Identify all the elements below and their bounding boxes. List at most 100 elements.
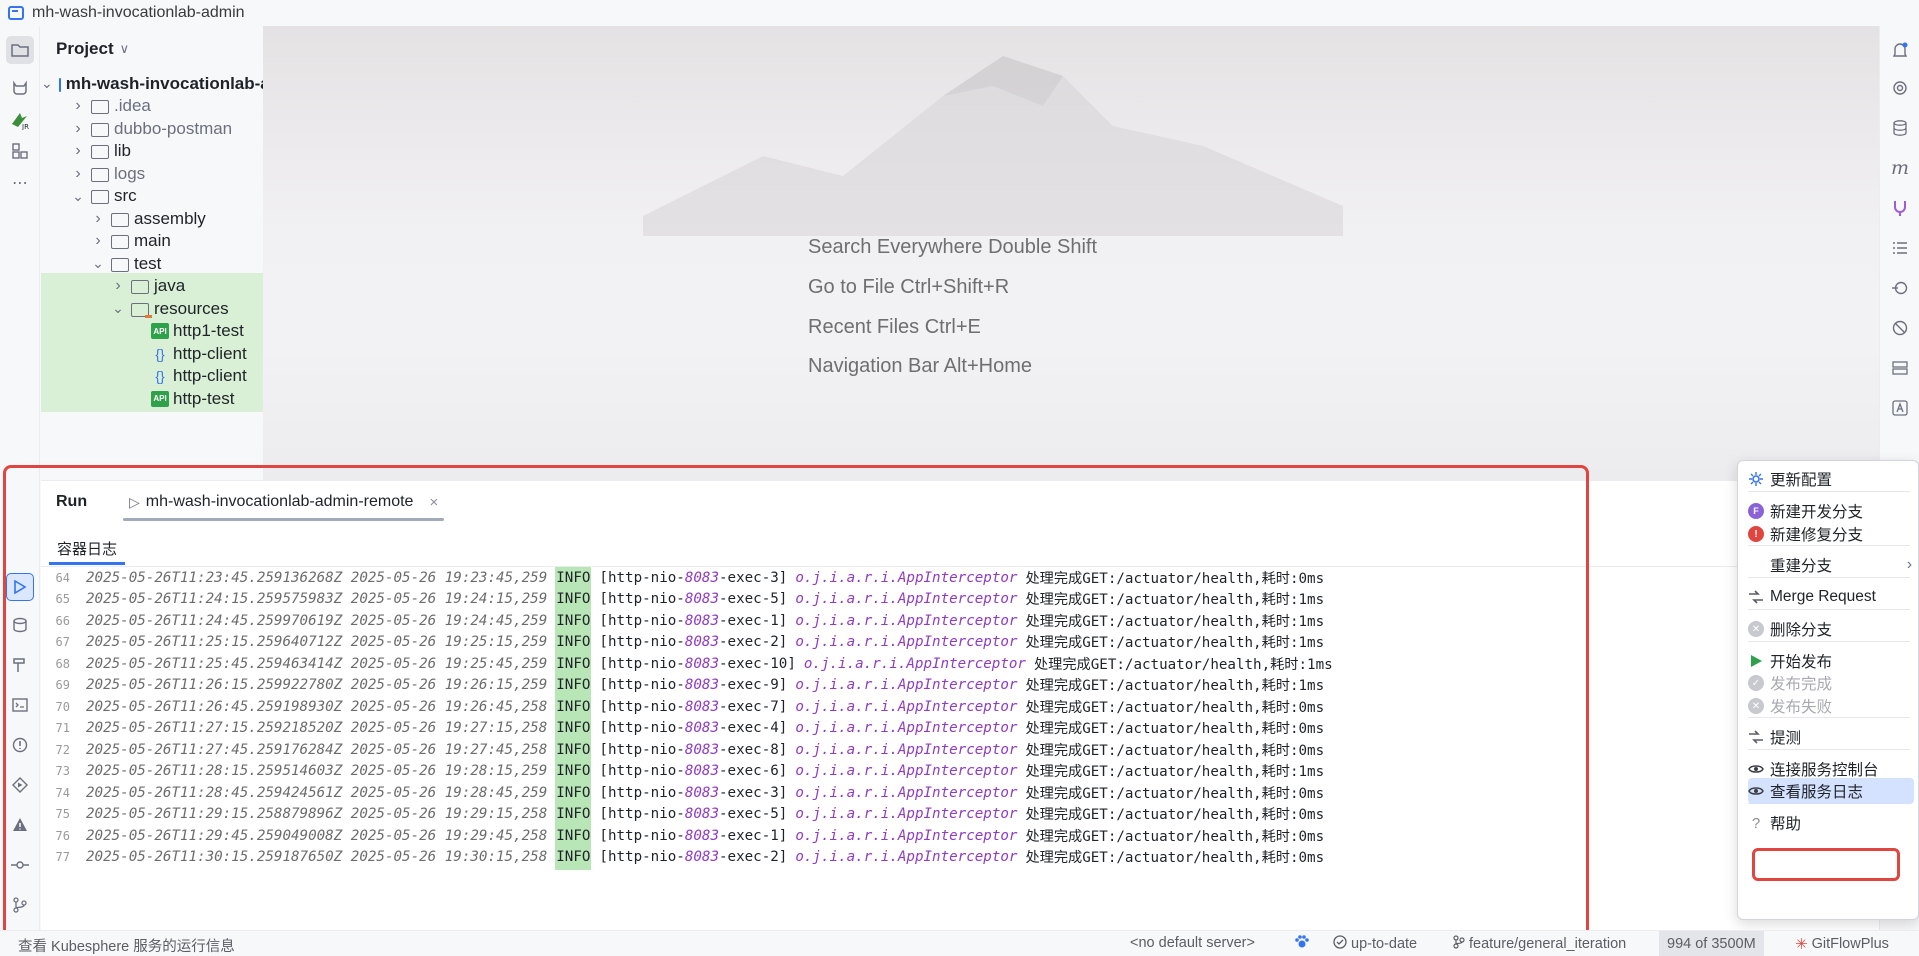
menu-item-label: 提测 xyxy=(1770,730,1802,747)
chevron-down-icon[interactable]: ⌄ xyxy=(71,188,85,205)
menu-item-label: 发布失败 xyxy=(1770,699,1833,716)
menu-item-label: 发布完成 xyxy=(1770,676,1833,693)
more-tools-icon[interactable]: ⋯ xyxy=(6,169,34,197)
menu-item[interactable]: ? 帮助 xyxy=(1748,810,1914,836)
chevron-right-icon[interactable]: › xyxy=(71,97,85,115)
plugin-purple-icon[interactable] xyxy=(1886,194,1914,222)
ai-assistant-icon[interactable] xyxy=(1886,74,1914,102)
menu-item-label: 重建分支 xyxy=(1770,558,1833,575)
cat-icon[interactable] xyxy=(6,73,34,101)
project-view-selector[interactable]: Project ∨ xyxy=(41,26,263,72)
merge-icon xyxy=(1748,729,1764,745)
log-logger: o.j.i.a.r.i.AppInterceptor xyxy=(795,827,1018,844)
log-logger: o.j.i.a.r.i.AppInterceptor xyxy=(795,849,1018,866)
log-logger: o.j.i.a.r.i.AppInterceptor xyxy=(795,677,1018,694)
log-message: 处理完成GET:/actuator/health,耗时:1ms xyxy=(1025,613,1325,630)
log-thread-prefix: [http-nio- xyxy=(599,827,685,844)
git-branch-widget[interactable]: feature/general_iteration xyxy=(1453,935,1626,953)
chevron-right-icon[interactable]: › xyxy=(71,120,85,138)
menu-item[interactable]: 提测 xyxy=(1748,724,1914,750)
tree-item-label: mh-wash-invocationlab-admin xyxy=(65,73,263,93)
chevron-right-icon[interactable]: › xyxy=(111,277,125,295)
update-status[interactable]: up-to-date xyxy=(1333,935,1417,953)
menu-item[interactable]: Merge Request xyxy=(1748,584,1914,610)
run-config-tab[interactable]: ▷ mh-wash-invocationlab-admin-remote × xyxy=(123,481,445,523)
jrebel-icon[interactable]: JR xyxy=(6,106,34,134)
tree-item[interactable]: API http-test xyxy=(41,385,263,412)
json-file-icon: {} xyxy=(155,368,165,384)
default-server-selector[interactable]: <no default server> xyxy=(1130,935,1255,951)
log-thread-suffix: -exec-1] xyxy=(719,827,788,844)
menu-item-label: 连接服务控制台 xyxy=(1770,762,1879,779)
list-icon[interactable] xyxy=(1886,234,1914,262)
endpoints-icon[interactable] xyxy=(1886,274,1914,302)
log-thread-prefix: [http-nio- xyxy=(599,698,685,715)
menu-item[interactable]: ! 新建修复分支 xyxy=(1748,521,1914,547)
log-line-number: 74 xyxy=(55,785,70,800)
folder-icon xyxy=(91,100,109,114)
log-timestamp: 2025-05-26T11:29:15.258879896Z 2025-05-2… xyxy=(86,806,548,823)
tab-container-log[interactable]: 容器日志 xyxy=(49,531,126,565)
notifications-bell-icon[interactable] xyxy=(1886,36,1914,64)
menu-item[interactable]: ✕ 发布失败 xyxy=(1748,693,1914,719)
left-tool-strip: JR ⋯ xyxy=(0,26,40,930)
gitflowplus-widget[interactable]: ✳ GitFlowPlus xyxy=(1795,935,1889,953)
chevron-down-icon[interactable]: ⌄ xyxy=(111,300,125,317)
log-port: 8083 xyxy=(684,849,720,866)
database-layers-icon[interactable] xyxy=(6,611,34,639)
run-icon[interactable] xyxy=(6,573,34,601)
log-timestamp: 2025-05-26T11:25:15.259640712Z 2025-05-2… xyxy=(86,634,548,651)
play-icon: ▷ xyxy=(129,493,140,510)
log-timestamp: 2025-05-26T11:27:45.259176284Z 2025-05-2… xyxy=(86,741,548,758)
chevron-down-icon[interactable]: ⌄ xyxy=(91,255,105,272)
server-icon[interactable] xyxy=(1886,354,1914,382)
project-folder-icon[interactable] xyxy=(6,36,34,64)
merge-icon xyxy=(1748,589,1764,605)
menu-item-spacer xyxy=(1748,557,1764,573)
hint-search-everywhere: Search Everywhere Double Shift xyxy=(808,236,1098,258)
database-icon[interactable] xyxy=(1886,114,1914,142)
paw-icon[interactable] xyxy=(1294,935,1310,949)
menu-item[interactable]: 重建分支 › xyxy=(1748,552,1914,578)
menu-item[interactable]: 查看服务日志 xyxy=(1748,778,1914,804)
log-thread-suffix: -exec-3] xyxy=(719,569,788,586)
terminal-icon[interactable] xyxy=(6,691,34,719)
chevron-down-icon[interactable]: ⌄ xyxy=(41,75,53,92)
log-thread-suffix: -exec-8] xyxy=(719,741,788,758)
log-thread-prefix: [http-nio- xyxy=(599,849,685,866)
build-hammer-icon[interactable] xyxy=(6,651,34,679)
run-panel-label: Run xyxy=(56,493,88,510)
chevron-right-icon[interactable]: › xyxy=(71,142,85,160)
log-console[interactable]: 64 2025-05-26T11:23:45.259136268Z 2025-05… xyxy=(41,566,1879,931)
log-line-number: 69 xyxy=(55,678,70,693)
eye-icon xyxy=(1748,783,1764,799)
maven-icon[interactable]: m xyxy=(1886,154,1914,182)
log-line-number: 73 xyxy=(55,764,70,779)
chevron-right-icon[interactable]: › xyxy=(91,210,105,228)
memory-indicator[interactable]: 994 of 3500M xyxy=(1659,931,1764,956)
menu-item[interactable]: 更新配置 xyxy=(1748,466,1914,492)
git-branch-icon[interactable] xyxy=(6,891,34,919)
structure-icon[interactable] xyxy=(6,137,34,165)
services-icon[interactable] xyxy=(6,771,34,799)
no-entry-icon[interactable] xyxy=(1886,314,1914,342)
title-bar: mh-wash-invocationlab-admin xyxy=(0,0,1919,26)
tree-item-label: lib xyxy=(114,141,132,160)
branch-icon xyxy=(1453,935,1465,953)
log-thread-suffix: -exec-2] xyxy=(719,849,788,866)
log-logger: o.j.i.a.r.i.AppInterceptor xyxy=(795,634,1018,651)
close-icon[interactable]: × xyxy=(429,494,438,511)
chevron-right-icon[interactable]: › xyxy=(91,232,105,250)
menu-item[interactable]: ✕ 删除分支 xyxy=(1748,616,1914,642)
warning-icon[interactable] xyxy=(6,811,34,839)
chevron-right-icon[interactable]: › xyxy=(71,165,85,183)
log-line: 64 2025-05-26T11:23:45.259136268Z 2025-05… xyxy=(41,567,1541,591)
run-tool-window: Run ▷ mh-wash-invocationlab-admin-remote… xyxy=(41,480,1879,930)
commit-icon[interactable] xyxy=(6,851,34,879)
log-timestamp: 2025-05-26T11:27:15.259218520Z 2025-05-2… xyxy=(86,720,548,737)
log-line: 68 2025-05-26T11:25:45.259463414Z 2025-05… xyxy=(41,650,1541,677)
log-thread-prefix: [http-nio- xyxy=(599,720,685,737)
translate-icon[interactable] xyxy=(1886,394,1914,422)
log-timestamp: 2025-05-26T11:26:15.259922780Z 2025-05-2… xyxy=(86,677,548,694)
problems-icon[interactable] xyxy=(6,731,34,759)
